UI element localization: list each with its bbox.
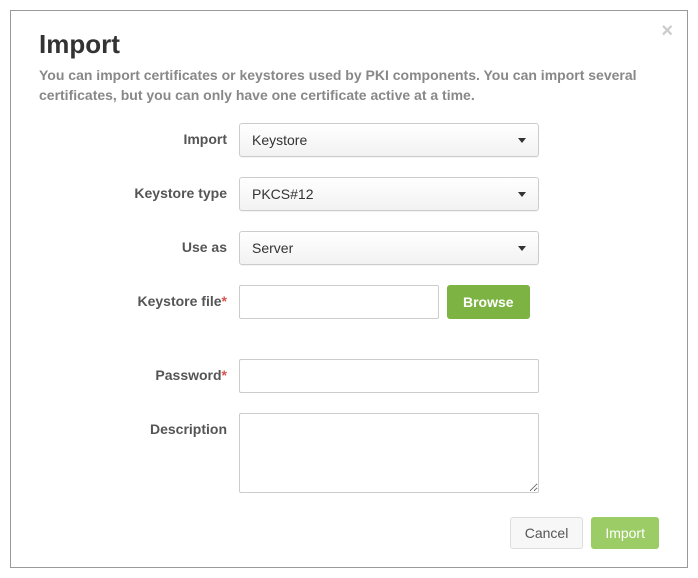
caret-down-icon — [518, 246, 526, 251]
row-password: Password* — [39, 359, 659, 393]
label-import: Import — [39, 123, 239, 147]
required-star: * — [222, 293, 227, 309]
input-password[interactable] — [239, 359, 539, 393]
import-button[interactable]: Import — [591, 517, 659, 549]
required-star: * — [222, 367, 227, 383]
cancel-button[interactable]: Cancel — [510, 517, 584, 549]
label-password: Password* — [39, 359, 239, 383]
select-import-value: Keystore — [252, 132, 307, 148]
select-keystore-type-value: PKCS#12 — [252, 186, 313, 202]
label-keystore-file: Keystore file* — [39, 285, 239, 309]
close-icon[interactable]: × — [661, 21, 673, 41]
caret-down-icon — [518, 138, 526, 143]
select-import[interactable]: Keystore — [239, 123, 539, 157]
input-keystore-file[interactable] — [239, 285, 439, 319]
caret-down-icon — [518, 192, 526, 197]
row-keystore-type: Keystore type PKCS#12 — [39, 177, 659, 211]
row-import: Import Keystore — [39, 123, 659, 157]
dialog-footer: Cancel Import — [39, 517, 659, 549]
input-description[interactable] — [239, 413, 539, 493]
browse-button[interactable]: Browse — [447, 285, 530, 319]
label-use-as: Use as — [39, 231, 239, 255]
select-keystore-type[interactable]: PKCS#12 — [239, 177, 539, 211]
form-body: Import Keystore Keystore type PKCS#12 Us… — [39, 123, 659, 517]
label-description: Description — [39, 413, 239, 437]
import-dialog: × Import You can import certificates or … — [10, 10, 688, 568]
dialog-subtitle: You can import certificates or keystores… — [39, 66, 659, 105]
select-use-as[interactable]: Server — [239, 231, 539, 265]
row-keystore-file: Keystore file* Browse — [39, 285, 659, 319]
label-keystore-type: Keystore type — [39, 177, 239, 201]
select-use-as-value: Server — [252, 240, 293, 256]
row-description: Description — [39, 413, 659, 496]
row-use-as: Use as Server — [39, 231, 659, 265]
dialog-title: Import — [39, 29, 659, 60]
